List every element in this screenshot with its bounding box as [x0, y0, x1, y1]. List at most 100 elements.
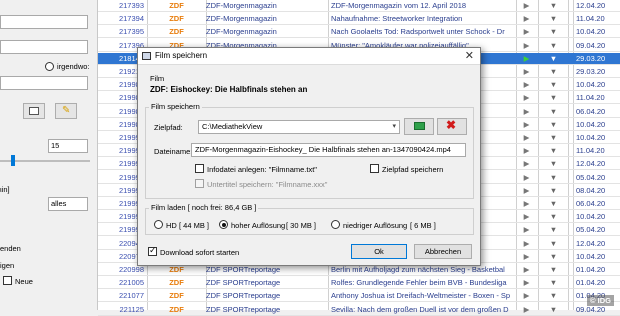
irgendwo-radio[interactable] [45, 62, 54, 71]
play-icon[interactable]: ▶ [519, 290, 534, 302]
neue-checkbox[interactable] [3, 276, 12, 285]
download-icon[interactable]: ▼ [546, 106, 561, 118]
dateiname-field[interactable]: ZDF-Morgenmagazin-Eishockey_ Die Halbfin… [191, 143, 466, 157]
load-group-label: Film laden [ noch frei: 86,4 GB ] [149, 203, 259, 212]
play-icon[interactable]: ▶ [519, 40, 534, 52]
infodatei-checkbox[interactable] [195, 164, 204, 173]
cell-date: 12.04.20 [576, 1, 606, 10]
zielpfad-label: Zielpfad: [154, 123, 183, 132]
dialog-titlebar[interactable]: Film speichern ✕ [138, 48, 480, 65]
play-icon[interactable]: ▶ [519, 13, 534, 25]
ok-button[interactable]: Ok [351, 244, 407, 259]
download-icon[interactable]: ▼ [546, 211, 561, 223]
delete-path-button[interactable]: ✖ [437, 118, 467, 135]
niedrig-label: niedriger Auflösung [343, 221, 408, 230]
folder-icon [414, 122, 425, 130]
cell-date: 05.04.20 [576, 172, 606, 182]
hoch-label: hoher Auflösung [231, 221, 286, 230]
play-icon[interactable]: ▶ [519, 277, 534, 289]
play-icon[interactable]: ▶ [519, 26, 534, 38]
download-icon[interactable]: ▼ [546, 0, 561, 12]
download-icon[interactable]: ▼ [546, 172, 561, 184]
download-icon[interactable]: ▼ [546, 13, 561, 25]
play-icon[interactable]: ▶ [519, 66, 534, 78]
dialog-title: Film speichern [155, 51, 208, 60]
range-select[interactable]: alles [48, 197, 88, 211]
download-icon[interactable]: ▼ [546, 66, 561, 78]
play-icon[interactable]: ▶ [519, 185, 534, 197]
download-icon[interactable]: ▼ [546, 185, 561, 197]
list-icon-button[interactable] [23, 103, 45, 119]
play-icon[interactable]: ▶ [519, 53, 534, 65]
play-icon[interactable]: ▶ [519, 198, 534, 210]
filter-field-1[interactable] [0, 15, 88, 29]
table-row[interactable]: 217394 ZDF ZDF-Morgenmagazin Nahaufnahme: S… [98, 13, 620, 26]
play-icon[interactable]: ▶ [519, 92, 534, 104]
filter-field-2[interactable] [0, 40, 88, 54]
play-icon[interactable]: ▶ [519, 132, 534, 144]
download-icon[interactable]: ▼ [546, 290, 561, 302]
play-icon[interactable]: ▶ [519, 145, 534, 157]
cell-number: 221077 [118, 291, 144, 301]
cell-theme: ZDF SPORTreportage [206, 291, 281, 301]
cell-theme: ZDF SPORTreportage [206, 278, 281, 288]
play-icon[interactable]: ▶ [519, 238, 534, 250]
play-icon[interactable]: ▶ [519, 172, 534, 184]
niedrig-radio[interactable] [331, 220, 340, 229]
slider-thumb[interactable] [11, 155, 15, 166]
play-icon[interactable]: ▶ [519, 251, 534, 263]
download-icon[interactable]: ▼ [546, 264, 561, 276]
play-icon[interactable]: ▶ [519, 158, 534, 170]
filter-field-3[interactable] [0, 76, 88, 90]
play-icon[interactable]: ▶ [519, 264, 534, 276]
irgendwo-label: irgendwo: [57, 62, 90, 71]
download-icon[interactable]: ▼ [546, 251, 561, 263]
cell-date: 12.04.20 [576, 159, 606, 169]
download-icon[interactable]: ▼ [546, 40, 561, 52]
window-icon [142, 52, 151, 60]
table-row[interactable]: 221077 ZDF ZDF SPORTreportage Anthony Joshu… [98, 290, 620, 303]
download-icon[interactable]: ▼ [546, 53, 561, 65]
hd-radio[interactable] [154, 220, 163, 229]
download-icon[interactable]: ▼ [546, 119, 561, 131]
download-icon[interactable]: ▼ [546, 224, 561, 236]
zielpfad-combobox[interactable]: C:\MediathekView ▾ [198, 120, 400, 134]
cell-date: 01.04.20 [576, 265, 606, 274]
label-enden: enden [0, 244, 21, 253]
download-icon[interactable]: ▼ [546, 198, 561, 210]
hoch-radio[interactable] [219, 220, 228, 229]
download-icon[interactable]: ▼ [546, 26, 561, 38]
download-icon[interactable]: ▼ [546, 238, 561, 250]
download-icon[interactable]: ▼ [546, 132, 561, 144]
chevron-down-icon: ▾ [392, 123, 396, 130]
table-row[interactable]: 221005 ZDF ZDF SPORTreportage Rolfes: Grund… [98, 277, 620, 290]
play-icon[interactable]: ▶ [519, 119, 534, 131]
close-icon[interactable]: ✕ [465, 49, 474, 62]
download-icon[interactable]: ▼ [546, 158, 561, 170]
range-select-value: alles [51, 199, 67, 208]
cell-date: 01.04.20 [576, 278, 606, 288]
table-row[interactable]: 217393 ZDF ZDF-Morgenmagazin ZDF-Morgenmaga… [98, 0, 620, 12]
play-icon[interactable]: ▶ [519, 0, 534, 12]
choose-folder-button[interactable] [404, 118, 434, 135]
download-icon[interactable]: ▼ [546, 145, 561, 157]
cell-date: 10.04.20 [576, 251, 606, 261]
spin-field[interactable]: 15 [48, 139, 88, 153]
cell-date: 29.03.20 [576, 53, 606, 63]
download-icon[interactable]: ▼ [546, 79, 561, 91]
abbrechen-button[interactable]: Abbrechen [414, 244, 472, 259]
cell-date: 11.04.20 [576, 93, 605, 103]
zielpfad-speichern-checkbox[interactable] [370, 164, 379, 173]
table-row[interactable]: 217395 ZDF ZDF-Morgenmagazin Nach Goolaelts… [98, 26, 620, 39]
play-icon[interactable]: ▶ [519, 106, 534, 118]
play-icon[interactable]: ▶ [519, 211, 534, 223]
download-icon[interactable]: ▼ [546, 277, 561, 289]
download-checkbox[interactable] [148, 245, 157, 256]
film-title: ZDF: Eishockey: Die Halbfinals stehen an [150, 85, 308, 94]
play-icon[interactable]: ▶ [519, 224, 534, 236]
play-icon[interactable]: ▶ [519, 79, 534, 91]
label-igen: igen [0, 261, 15, 270]
clear-filter-button[interactable]: ✎ [55, 103, 77, 119]
download-icon[interactable]: ▼ [546, 92, 561, 104]
cell-date: 10.04.20 [576, 119, 606, 129]
